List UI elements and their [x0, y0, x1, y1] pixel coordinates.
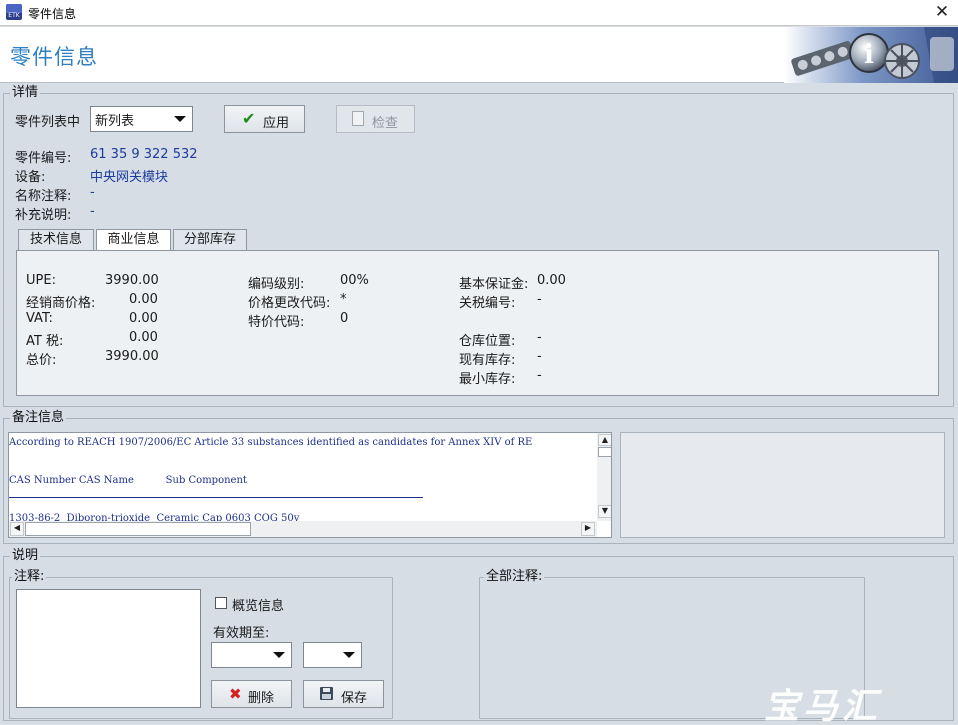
code-level-label: 编码级别:: [248, 277, 305, 292]
horizontal-scroll-thumb[interactable]: [25, 522, 251, 536]
comment-group-title: 注释:: [12, 569, 47, 585]
close-icon[interactable]: ✕: [932, 2, 952, 22]
scroll-up-icon[interactable]: ▲: [598, 434, 611, 446]
delete-button-label: 删除: [248, 691, 275, 706]
upe-value: 3990.00: [105, 273, 159, 288]
device-label: 设备:: [15, 170, 46, 185]
chevron-down-icon: [343, 652, 355, 658]
svg-text:i: i: [864, 40, 874, 70]
checkmark-icon: ✔: [242, 109, 256, 128]
page-title: 零件信息: [10, 45, 98, 69]
remarks-line-1: According to REACH 1907/2006/EC Article …: [9, 437, 533, 448]
list-label: 零件列表中: [15, 115, 81, 130]
document-check-icon: [352, 111, 364, 126]
remarks-divider: [9, 497, 423, 498]
remarks-group-title: 备注信息: [10, 410, 67, 426]
vertical-scroll-thumb[interactable]: [598, 447, 611, 457]
tab-commercial-info[interactable]: 商业信息: [96, 229, 171, 252]
current-stock-label: 现有库存:: [459, 353, 516, 368]
special-price-code-label: 特价代码:: [248, 315, 305, 330]
scroll-right-icon[interactable]: ▶: [581, 522, 595, 536]
floppy-disk-icon: [320, 687, 333, 700]
app-icon: ETK: [6, 4, 22, 20]
valid-until-month-select[interactable]: [211, 642, 292, 668]
valid-until-year-select[interactable]: [303, 642, 362, 668]
min-stock-label: 最小库存:: [459, 372, 516, 387]
supplement-label: 补充说明:: [15, 208, 72, 223]
remarks-side-panel: [620, 432, 945, 538]
supplement-value: -: [90, 204, 95, 219]
warehouse-location-label: 仓库位置:: [459, 334, 516, 349]
vat-label: VAT:: [26, 311, 53, 326]
comment-input[interactable]: [16, 589, 201, 708]
part-number-value: 61 35 9 322 532: [90, 147, 198, 162]
name-note-value: -: [90, 185, 95, 200]
remarks-line-2: CAS Number CAS Name Sub Component: [9, 475, 247, 486]
current-stock-value: -: [537, 349, 542, 364]
window-title-bar: ETK 零件信息 ✕: [0, 0, 958, 26]
explanation-group-title: 说明: [10, 548, 41, 564]
remarks-vertical-scrollbar[interactable]: ▲ ▼: [597, 433, 611, 521]
upe-label: UPE:: [26, 273, 56, 288]
header-banner: 零件信息 i: [0, 27, 958, 83]
check-button-label: 检查: [372, 116, 399, 131]
overview-checkbox-label: 概览信息: [232, 599, 285, 614]
window-title: 零件信息: [28, 7, 77, 21]
watermark-logo: 宝马汇: [764, 687, 882, 725]
part-list-selected: 新列表: [95, 114, 135, 129]
overview-checkbox[interactable]: [215, 597, 227, 609]
save-button[interactable]: 保存: [303, 680, 384, 708]
info-parts-art-icon: i: [784, 27, 958, 83]
price-change-code-label: 价格更改代码:: [248, 296, 331, 311]
dealer-price-label: 经销商价格:: [26, 296, 96, 311]
base-deposit-label: 基本保证金:: [459, 277, 529, 292]
scroll-left-icon[interactable]: ◀: [10, 522, 24, 536]
name-note-label: 名称注释:: [15, 189, 72, 204]
delete-x-icon: ✖: [229, 685, 242, 703]
tab-technical-info[interactable]: 技术信息: [18, 229, 94, 251]
special-price-code-value: 0: [340, 311, 349, 326]
min-stock-value: -: [537, 368, 542, 383]
valid-until-label: 有效期至:: [213, 626, 270, 641]
chevron-down-icon: [273, 652, 285, 658]
part-number-label: 零件编号:: [15, 151, 72, 166]
remarks-horizontal-scrollbar[interactable]: ◀ ▶: [9, 521, 597, 537]
all-comments-group-title: 全部注释:: [484, 569, 545, 585]
save-button-label: 保存: [341, 691, 368, 706]
tab-branch-stock[interactable]: 分部库存: [173, 229, 247, 251]
delete-button[interactable]: ✖ 删除: [211, 680, 292, 708]
base-deposit-value: 0.00: [537, 273, 566, 288]
scroll-down-icon[interactable]: ▼: [598, 505, 611, 518]
tariff-number-value: -: [537, 292, 542, 307]
apply-button[interactable]: ✔ 应用: [224, 105, 305, 133]
tariff-number-label: 关税编号:: [459, 296, 516, 311]
remarks-text-area[interactable]: According to REACH 1907/2006/EC Article …: [8, 432, 612, 538]
code-level-value: 00%: [340, 273, 369, 288]
total-price-value: 3990.00: [105, 349, 159, 364]
vat-value: 0.00: [129, 311, 158, 326]
at-tax-label: AT 税:: [26, 334, 64, 349]
price-change-code-value: *: [340, 292, 347, 307]
apply-button-label: 应用: [263, 116, 290, 131]
device-value: 中央网关模块: [90, 170, 169, 185]
check-button[interactable]: 检查: [336, 105, 415, 133]
chevron-down-icon: [174, 116, 186, 122]
at-tax-value: 0.00: [129, 330, 158, 345]
dealer-price-value: 0.00: [129, 292, 158, 307]
part-list-select[interactable]: 新列表: [90, 106, 193, 132]
details-group-title: 详情: [10, 85, 41, 101]
warehouse-location-value: -: [537, 330, 542, 345]
total-price-label: 总价:: [26, 353, 57, 368]
